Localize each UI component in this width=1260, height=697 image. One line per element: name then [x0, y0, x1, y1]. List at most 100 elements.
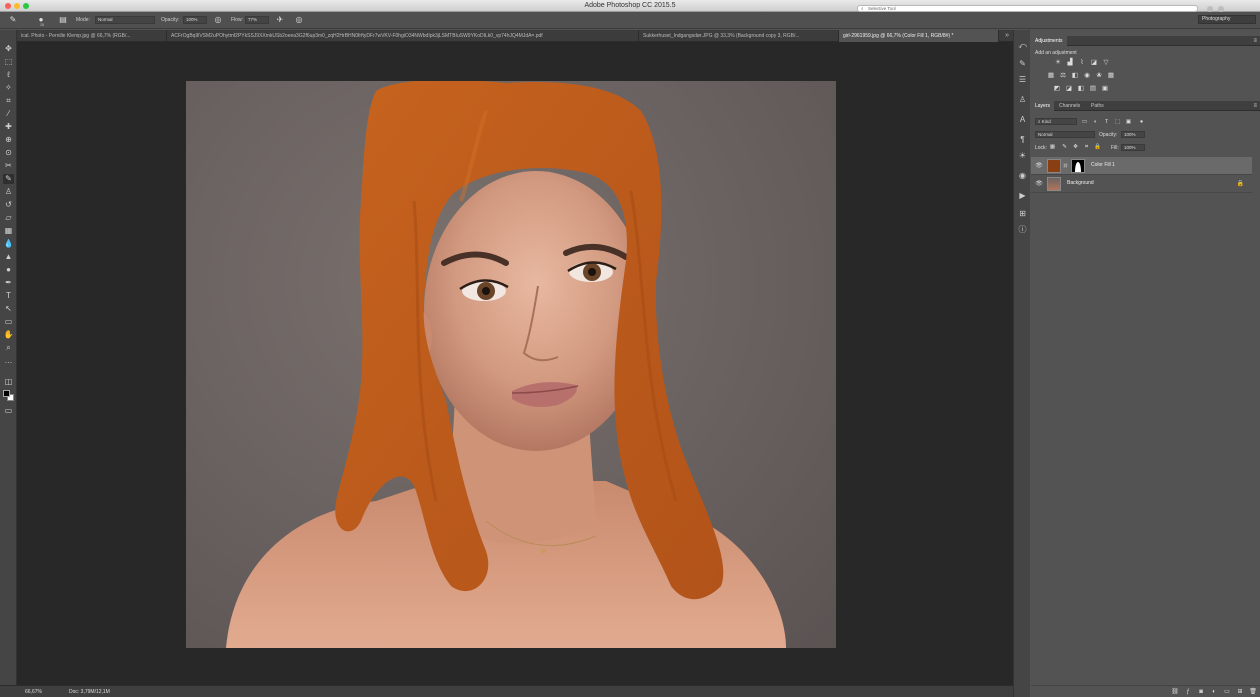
trash-icon[interactable]: 🗑 — [1249, 688, 1257, 696]
actions-play-icon[interactable]: ▶ — [1017, 190, 1028, 201]
selective-tool-search[interactable]: ⌕ Selective Tool — [857, 5, 1198, 12]
gradient-tool-icon[interactable]: ▦ — [3, 226, 14, 236]
patch-tool-icon[interactable]: ⊙ — [3, 148, 14, 158]
tabs-overflow-icon[interactable]: » — [1005, 30, 1009, 42]
exposure-icon[interactable]: ◪ — [1090, 59, 1098, 67]
brush-presets-icon[interactable]: ✎ — [1017, 58, 1028, 69]
threshold-icon[interactable]: ◧ — [1077, 85, 1085, 93]
lock-transparent-icon[interactable]: ▦ — [1049, 144, 1056, 151]
tab-adjustments[interactable]: Adjustments — [1031, 36, 1067, 46]
document-tab[interactable]: ical. Photo - Pernille Klemp.jpg @ 66,7%… — [17, 30, 167, 42]
document-canvas[interactable] — [186, 81, 836, 648]
tab-layers[interactable]: Layers — [1031, 101, 1055, 111]
posterize-icon[interactable]: ◪ — [1065, 85, 1073, 93]
vibrance-icon[interactable]: ▽ — [1102, 59, 1110, 67]
path-selection-tool-icon[interactable]: ↖ — [3, 304, 14, 314]
move-tool-icon[interactable]: ✥ — [3, 44, 14, 54]
sharpen-tool-icon[interactable]: ▲ — [3, 252, 14, 262]
layer-mask-thumbnail[interactable] — [1071, 159, 1085, 173]
tab-paths[interactable]: Paths — [1087, 101, 1108, 111]
filter-type-icon[interactable]: T — [1103, 119, 1110, 126]
link-layers-icon[interactable]: ⛓ — [1171, 688, 1179, 696]
black-white-icon[interactable]: ◧ — [1071, 72, 1079, 80]
add-mask-icon[interactable]: ◙ — [1197, 688, 1205, 696]
layer-filter-select[interactable]: ⌕ Kind — [1035, 118, 1077, 125]
document-size[interactable]: Doc: 3,79M/12,1M — [69, 689, 110, 695]
pressure-opacity-icon[interactable]: ◎ — [213, 15, 223, 25]
panel-menu-icon[interactable]: ≡ — [1253, 36, 1257, 46]
new-adjustment-icon[interactable]: ◐ — [1210, 688, 1218, 696]
layer-row-background[interactable]: 👁 Background 🔒 — [1031, 175, 1252, 193]
hand-tool-icon[interactable]: ✋ — [3, 330, 14, 340]
paragraph-panel-icon[interactable]: ¶ — [1017, 134, 1028, 145]
screen-mode-icon[interactable]: ▭ — [3, 406, 14, 416]
healing-brush-tool-icon[interactable]: ✚ — [3, 122, 14, 132]
filter-smart-object-icon[interactable]: ▣ — [1125, 119, 1132, 126]
lasso-tool-icon[interactable]: ℓ — [3, 70, 14, 80]
marquee-tool-icon[interactable]: ⬚ — [3, 57, 14, 67]
lock-image-icon[interactable]: ✎ — [1061, 144, 1068, 151]
mode-select[interactable]: Normal — [95, 16, 155, 24]
blend-mode-select[interactable]: Normal — [1035, 131, 1095, 138]
info-icon[interactable]: ⓘ — [1017, 224, 1028, 235]
levels-icon[interactable]: ▟ — [1066, 59, 1074, 67]
dodge-tool-icon[interactable]: ● — [3, 265, 14, 275]
layer-comps-icon[interactable]: ⊞ — [1017, 208, 1028, 219]
clone-stamp-tool-icon[interactable]: ♙ — [3, 187, 14, 197]
styles-icon[interactable]: ◉ — [1017, 170, 1028, 181]
layer-row-color-fill[interactable]: 👁 ⛓ Color Fill 1 — [1031, 157, 1252, 175]
brush-panel-icon[interactable]: ▤ — [58, 15, 68, 25]
spot-tool-icon[interactable]: ⊕ — [3, 135, 14, 145]
airbrush-icon[interactable]: ✈ — [275, 15, 285, 25]
workspace-switcher[interactable]: Photography — [1198, 15, 1256, 24]
photo-filter-icon[interactable]: ◉ — [1083, 72, 1091, 80]
brightness-icon[interactable]: ☀ — [1017, 150, 1028, 161]
filter-toggle-icon[interactable]: ● — [1138, 119, 1145, 126]
layer-style-icon[interactable]: ƒ — [1184, 688, 1192, 696]
document-tab-active[interactable]: girl-2961959.jpg @ 66,7% (Color Fill 1, … — [839, 30, 999, 42]
pen-tool-icon[interactable]: ✒ — [3, 278, 14, 288]
eye-icon[interactable]: 👁 — [1035, 162, 1043, 170]
properties-icon[interactable]: ☰ — [1017, 74, 1028, 85]
layer-opacity-field[interactable]: 100% — [1121, 131, 1145, 138]
blur-tool-icon[interactable]: 💧 — [3, 239, 14, 249]
filter-adjustment-icon[interactable]: ◐ — [1092, 119, 1099, 126]
new-group-icon[interactable]: ▭ — [1223, 688, 1231, 696]
quick-select-tool-icon[interactable]: ✧ — [3, 83, 14, 93]
eye-icon[interactable]: 👁 — [1035, 180, 1043, 188]
color-balance-icon[interactable]: ⚖ — [1059, 72, 1067, 80]
foreground-color-swatch[interactable] — [3, 390, 10, 397]
zoom-level[interactable]: 66,67% — [25, 689, 42, 695]
brightness-contrast-icon[interactable]: ☀ — [1054, 59, 1062, 67]
color-fill-thumbnail[interactable] — [1047, 159, 1061, 173]
more-tools-icon[interactable]: … — [3, 356, 14, 366]
brush-tool-icon[interactable]: ✎ — [3, 174, 14, 184]
red-eye-tool-icon[interactable]: ✂ — [3, 161, 14, 171]
fill-field[interactable]: 100% — [1121, 144, 1145, 151]
flow-field[interactable]: 77% — [245, 16, 269, 24]
pressure-size-icon[interactable]: ◎ — [294, 15, 304, 25]
lock-artboard-icon[interactable]: ⌗ — [1083, 144, 1090, 151]
type-tool-icon[interactable]: T — [3, 291, 14, 301]
tab-channels[interactable]: Channels — [1055, 101, 1084, 111]
document-tab[interactable]: Sukkerhuset_Indgangsdør.JPG @ 33,3% (Bac… — [639, 30, 839, 42]
hue-saturation-icon[interactable]: ▦ — [1047, 72, 1055, 80]
lock-all-icon[interactable]: 🔒 — [1094, 144, 1101, 151]
new-layer-icon[interactable]: ⊞ — [1236, 688, 1244, 696]
background-thumbnail[interactable] — [1047, 177, 1061, 191]
invert-icon[interactable]: ◩ — [1053, 85, 1061, 93]
lock-position-icon[interactable]: ✥ — [1072, 144, 1079, 151]
character-panel-icon[interactable]: A — [1017, 114, 1028, 125]
history-panel-icon[interactable]: ⤺ — [1017, 40, 1028, 51]
opacity-field[interactable]: 100% — [183, 16, 207, 24]
curves-icon[interactable]: ⌇ — [1078, 59, 1086, 67]
filter-pixel-icon[interactable]: ▭ — [1081, 119, 1088, 126]
eraser-tool-icon[interactable]: ▱ — [3, 213, 14, 223]
shape-tool-icon[interactable]: ▭ — [3, 317, 14, 327]
layers-panel-menu-icon[interactable]: ≡ — [1253, 101, 1257, 111]
zoom-tool-icon[interactable]: ⌕ — [3, 343, 14, 353]
brush-tool-icon[interactable]: ✎ — [8, 15, 18, 25]
layer-name[interactable]: Background — [1067, 180, 1094, 186]
quick-mask-icon[interactable]: ◫ — [3, 377, 14, 387]
color-lookup-icon[interactable]: ▦ — [1107, 72, 1115, 80]
